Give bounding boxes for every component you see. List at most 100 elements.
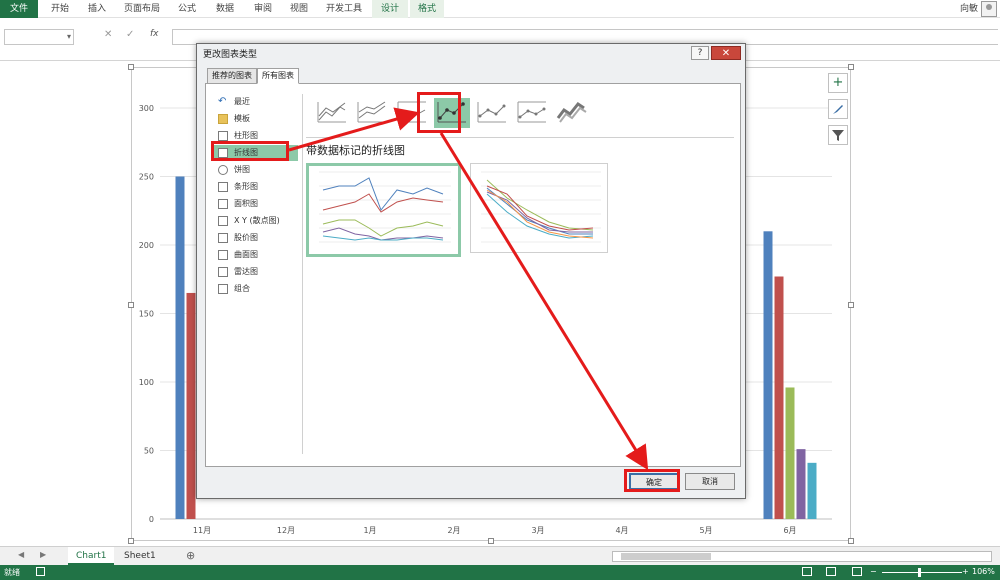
chart-type-label: 股价图 <box>234 233 258 242</box>
help-button[interactable]: ? <box>691 46 709 60</box>
chart-type-label: 面积图 <box>234 199 258 208</box>
tab-developer[interactable]: 开发工具 <box>322 0 366 18</box>
chevron-down-icon[interactable]: ▾ <box>67 32 71 41</box>
tab-recommended-charts[interactable]: 推荐的图表 <box>207 68 257 84</box>
y-tick-label: 200 <box>139 241 154 250</box>
sheet-tab-chart1[interactable]: Chart1 <box>68 547 115 565</box>
scatter-chart-icon <box>218 216 228 226</box>
user-avatar-icon[interactable] <box>981 1 997 17</box>
bar <box>175 176 185 519</box>
tab-formulas[interactable]: 公式 <box>172 0 202 18</box>
ready-status: 就绪 <box>4 568 20 577</box>
bar <box>774 276 784 519</box>
name-box[interactable]: ▾ <box>4 29 74 45</box>
x-tick-label: 3月 <box>531 526 544 535</box>
bar <box>186 292 196 519</box>
chart-type-label: 折线图 <box>234 148 258 157</box>
resize-handle[interactable] <box>128 64 134 70</box>
zoom-slider[interactable] <box>882 572 962 573</box>
scroll-right-icon[interactable]: ▶ <box>40 550 46 559</box>
percent-stacked-line-subtype-icon <box>397 101 426 123</box>
subtype-line[interactable] <box>314 98 350 128</box>
column-chart-icon <box>218 131 228 141</box>
chart-type-radar[interactable]: 雷达图 <box>212 264 298 280</box>
chart-type-label: 雷达图 <box>234 267 258 276</box>
enter-icon[interactable]: ✓ <box>126 29 134 40</box>
tab-data[interactable]: 数据 <box>210 0 240 18</box>
chart-filters-button[interactable] <box>828 125 848 145</box>
preview-option-2[interactable] <box>470 163 608 253</box>
ok-button[interactable]: 确定 <box>629 473 679 490</box>
chart-type-recent[interactable]: ↶ 最近 <box>212 94 298 110</box>
combo-chart-icon <box>218 284 228 294</box>
horizontal-scrollbar[interactable] <box>612 551 992 562</box>
chart-type-surface[interactable]: 曲面图 <box>212 247 298 263</box>
x-tick-label: 4月 <box>615 526 628 535</box>
scrollbar-thumb[interactable] <box>621 553 711 560</box>
subtype-100-stacked-markers[interactable] <box>514 98 550 128</box>
resize-handle[interactable] <box>848 538 854 544</box>
chart-type-column[interactable]: 柱形图 <box>212 128 298 144</box>
chart-type-bar[interactable]: 条形图 <box>212 179 298 195</box>
radar-chart-icon <box>218 267 228 277</box>
tab-insert[interactable]: 插入 <box>82 0 112 18</box>
subtype-line-with-markers[interactable] <box>434 98 470 128</box>
zoom-out-icon[interactable]: − <box>870 567 877 576</box>
tab-format[interactable]: 格式 <box>410 0 444 18</box>
tab-page-layout[interactable]: 页面布局 <box>120 0 164 18</box>
normal-view-icon[interactable] <box>802 567 812 576</box>
user-name[interactable]: 向敏 <box>960 0 978 18</box>
chart-type-combo[interactable]: 组合 <box>212 281 298 297</box>
line-chart-preview <box>319 171 451 243</box>
resize-handle[interactable] <box>488 538 494 544</box>
close-button[interactable]: ✕ <box>711 46 741 60</box>
cancel-button[interactable]: 取消 <box>685 473 735 490</box>
zoom-slider-thumb[interactable] <box>918 568 921 577</box>
chart-type-pie[interactable]: 饼图 <box>212 162 298 178</box>
subtype-100-stacked-line[interactable] <box>394 98 430 128</box>
chart-type-area[interactable]: 面积图 <box>212 196 298 212</box>
x-tick-label: 2月 <box>447 526 460 535</box>
subtype-3d-line[interactable] <box>554 98 590 128</box>
3d-line-subtype-icon <box>556 101 587 123</box>
tab-view[interactable]: 视图 <box>284 0 314 18</box>
chart-type-stock[interactable]: 股价图 <box>212 230 298 246</box>
tab-design[interactable]: 设计 <box>372 0 408 18</box>
chart-type-scatter[interactable]: X Y (散点图) <box>212 213 298 229</box>
cancel-icon[interactable]: ✕ <box>104 29 112 40</box>
resize-handle[interactable] <box>128 302 134 308</box>
zoom-in-icon[interactable]: + <box>962 567 969 576</box>
sheet-tab-sheet1[interactable]: Sheet1 <box>116 547 164 565</box>
dialog-title: 更改图表类型 <box>203 50 258 60</box>
stock-chart-icon <box>218 233 228 243</box>
y-tick-label: 150 <box>139 310 154 319</box>
resize-handle[interactable] <box>848 64 854 70</box>
page-break-view-icon[interactable] <box>852 567 862 576</box>
tab-file[interactable]: 文件 <box>0 0 38 18</box>
scroll-left-icon[interactable]: ◀ <box>18 550 24 559</box>
subtype-stacked-line[interactable] <box>354 98 390 128</box>
chart-elements-button[interactable]: + <box>828 73 848 93</box>
chart-styles-button[interactable] <box>828 99 848 119</box>
chart-type-templates[interactable]: 模板 <box>212 111 298 127</box>
add-sheet-button[interactable]: ⊕ <box>178 547 203 565</box>
macro-record-icon[interactable] <box>36 567 45 576</box>
page-layout-view-icon[interactable] <box>826 567 836 576</box>
y-tick-label: 50 <box>144 447 154 456</box>
bar <box>807 462 817 519</box>
chart-type-line[interactable]: 折线图 <box>212 145 298 161</box>
divider <box>302 94 303 454</box>
tab-home[interactable]: 开始 <box>44 0 76 18</box>
zoom-level[interactable]: 106% <box>972 567 995 576</box>
resize-handle[interactable] <box>128 538 134 544</box>
subtype-stacked-line-markers[interactable] <box>474 98 510 128</box>
tab-review[interactable]: 审阅 <box>248 0 278 18</box>
preview-option-1[interactable] <box>306 163 461 257</box>
insert-function-button[interactable]: fx <box>150 29 159 39</box>
tab-all-charts[interactable]: 所有图表 <box>257 68 299 84</box>
stacked-line-markers-subtype-icon <box>477 102 506 123</box>
line-chart-icon <box>218 148 228 158</box>
line-with-markers-subtype-icon <box>437 102 466 123</box>
resize-handle[interactable] <box>848 302 854 308</box>
formula-buttons: ✕ ✓ fx <box>96 29 170 45</box>
